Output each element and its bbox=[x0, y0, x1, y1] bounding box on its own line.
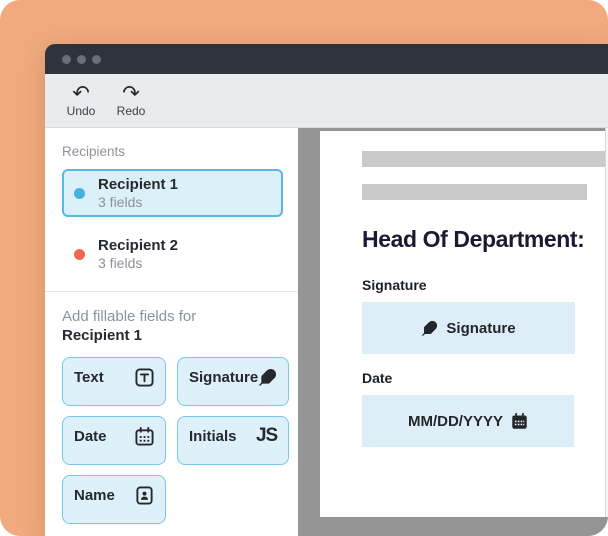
feather-icon bbox=[421, 320, 438, 337]
redo-icon: ↷ bbox=[122, 83, 140, 103]
recipient-color-dot-icon bbox=[74, 188, 85, 199]
fields-sidebar: Recipients Recipient 1 3 fields Recipien… bbox=[45, 128, 298, 536]
recipient-color-dot-icon bbox=[74, 249, 85, 260]
text-placeholder-bar bbox=[362, 184, 587, 200]
date-field-text: MM/DD/YYYY bbox=[408, 413, 503, 430]
text-field-icon bbox=[135, 368, 154, 387]
initials-icon: JS bbox=[256, 427, 277, 445]
add-fields-line2: Recipient 1 bbox=[62, 326, 283, 345]
document-canvas: Head Of Department: Signature Signature … bbox=[298, 128, 608, 536]
editor-toolbar: ↶ Undo ↷ Redo bbox=[45, 74, 608, 128]
recipient-field-count: 3 fields bbox=[98, 255, 178, 272]
name-field-button[interactable]: Name bbox=[62, 475, 166, 524]
sidebar-divider bbox=[45, 291, 298, 292]
field-button-grid: Text Signature bbox=[62, 357, 283, 524]
window-controls bbox=[62, 55, 101, 64]
window-dot-icon bbox=[92, 55, 101, 64]
text-field-button[interactable]: Text bbox=[62, 357, 166, 406]
contact-card-icon bbox=[135, 486, 154, 505]
recipient-field-count: 3 fields bbox=[98, 194, 178, 211]
text-field-label: Text bbox=[74, 369, 104, 387]
date-field-label: Date bbox=[74, 428, 107, 446]
undo-icon: ↶ bbox=[72, 83, 90, 103]
redo-label: Redo bbox=[117, 104, 146, 118]
name-field-label: Name bbox=[74, 487, 115, 505]
window-titlebar bbox=[45, 44, 608, 74]
editor-content: Recipients Recipient 1 3 fields Recipien… bbox=[45, 128, 608, 536]
add-fields-line1: Add fillable fields for bbox=[62, 307, 283, 326]
calendar-icon bbox=[511, 413, 528, 430]
window-dot-icon bbox=[62, 55, 71, 64]
signature-field-text: Signature bbox=[446, 320, 515, 337]
calendar-icon bbox=[135, 427, 154, 446]
signature-field-label: Signature bbox=[189, 369, 258, 387]
feather-icon bbox=[258, 368, 277, 387]
initials-field-button[interactable]: Initials JS bbox=[177, 416, 289, 465]
date-label: Date bbox=[362, 370, 392, 386]
date-input-field[interactable]: MM/DD/YYYY bbox=[362, 395, 574, 447]
recipient-card-2[interactable]: Recipient 2 3 fields bbox=[62, 230, 283, 278]
recipient-name: Recipient 1 bbox=[98, 175, 178, 194]
initials-field-label: Initials bbox=[189, 428, 237, 446]
signature-input-field[interactable]: Signature bbox=[362, 302, 575, 354]
signature-label: Signature bbox=[362, 277, 427, 293]
document-heading: Head Of Department: bbox=[362, 226, 584, 253]
window-dot-icon bbox=[77, 55, 86, 64]
undo-button[interactable]: ↶ Undo bbox=[59, 77, 103, 125]
document-page: Head Of Department: Signature Signature … bbox=[320, 131, 605, 517]
date-field-button[interactable]: Date bbox=[62, 416, 166, 465]
app-card: ↶ Undo ↷ Redo Recipients Recipient 1 3 f… bbox=[0, 0, 608, 536]
undo-label: Undo bbox=[67, 104, 96, 118]
recipients-heading: Recipients bbox=[62, 144, 283, 159]
recipient-name: Recipient 2 bbox=[98, 236, 178, 255]
redo-button[interactable]: ↷ Redo bbox=[109, 77, 153, 125]
recipient-card-1[interactable]: Recipient 1 3 fields bbox=[62, 169, 283, 217]
add-fields-heading: Add fillable fields for Recipient 1 bbox=[62, 307, 283, 345]
text-placeholder-bar bbox=[362, 151, 605, 167]
browser-window: ↶ Undo ↷ Redo Recipients Recipient 1 3 f… bbox=[45, 44, 608, 536]
signature-field-button[interactable]: Signature bbox=[177, 357, 289, 406]
